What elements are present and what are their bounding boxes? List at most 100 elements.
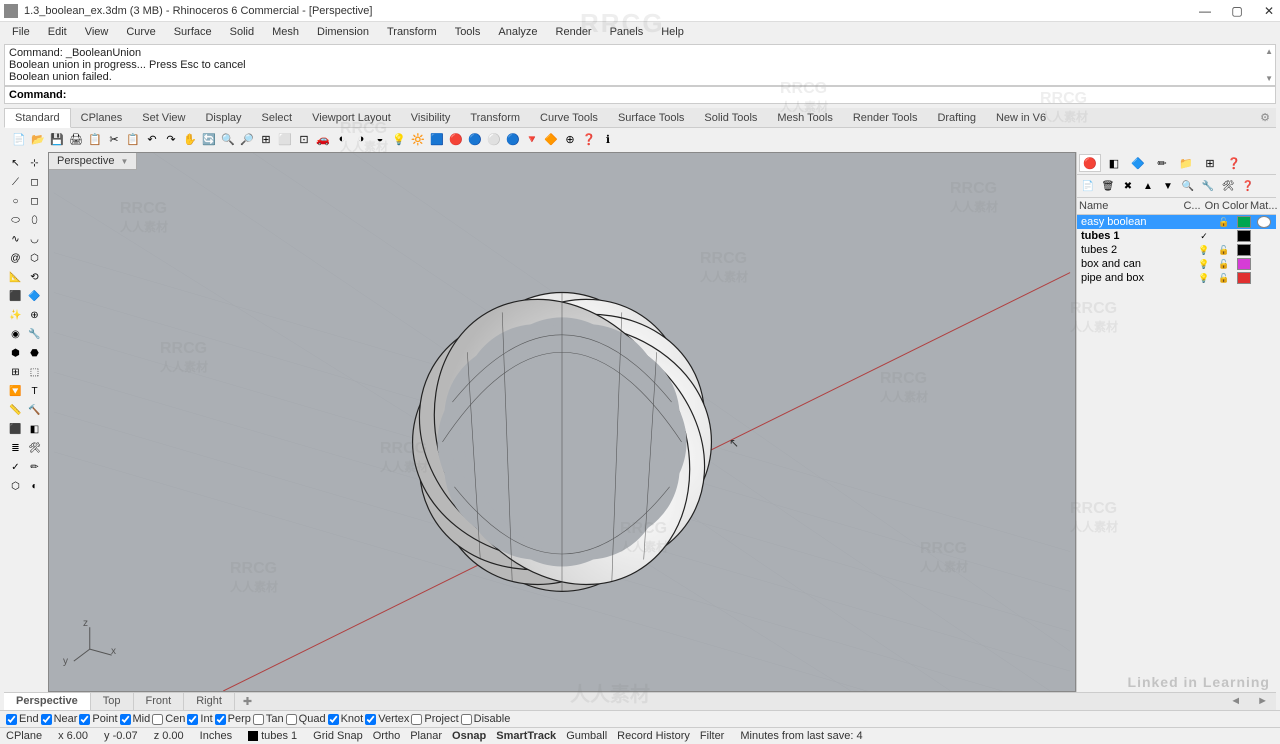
ribbon-tab-select[interactable]: Select — [252, 109, 303, 127]
left-tool-14[interactable]: ⬛ — [6, 287, 25, 306]
osnap-point[interactable]: Point — [79, 713, 117, 725]
osnap-vertex[interactable]: Vertex — [365, 713, 409, 725]
left-tool-28[interactable]: ⬛ — [6, 420, 25, 439]
layer-color-swatch[interactable] — [1237, 216, 1251, 228]
toolbar-icon-1[interactable]: 📂 — [29, 130, 47, 148]
menu-mesh[interactable]: Mesh — [264, 24, 307, 40]
panel-tab-2[interactable]: 🔷 — [1127, 154, 1149, 172]
layer-row[interactable]: box and can💡🔓 — [1077, 257, 1276, 271]
toolbar-icon-19[interactable]: ◒ — [371, 130, 389, 148]
toolbar-icon-20[interactable]: 💡 — [390, 130, 408, 148]
toolbar-icon-22[interactable]: 🟦 — [428, 130, 446, 148]
toolbar-icon-13[interactable]: ⊞ — [257, 130, 275, 148]
ribbon-gear-icon[interactable]: ⚙ — [1254, 108, 1276, 127]
ribbon-tab-standard[interactable]: Standard — [4, 108, 71, 128]
menu-curve[interactable]: Curve — [118, 24, 163, 40]
osnap-int[interactable]: Int — [187, 713, 212, 725]
left-tool-12[interactable]: 📐 — [6, 268, 25, 287]
toolbar-icon-15[interactable]: ⊡ — [295, 130, 313, 148]
toolbar-icon-8[interactable]: ↷ — [162, 130, 180, 148]
layer-current-icon[interactable]: 💡 — [1194, 273, 1214, 284]
layer-row[interactable]: tubes 2💡🔓 — [1077, 243, 1276, 257]
toolbar-icon-14[interactable]: ⬜ — [276, 130, 294, 148]
menu-help[interactable]: Help — [653, 24, 692, 40]
layer-current-icon[interactable]: 💡 — [1194, 245, 1214, 256]
toolbar-icon-21[interactable]: 🔆 — [409, 130, 427, 148]
left-tool-35[interactable]: ◐ — [25, 477, 44, 496]
status-mode-ortho[interactable]: Ortho — [373, 730, 401, 742]
toolbar-icon-28[interactable]: 🔶 — [542, 130, 560, 148]
layer-row[interactable]: easy boolean🔓 — [1077, 215, 1276, 229]
minimize-button[interactable]: — — [1198, 4, 1212, 18]
layer-lock-icon[interactable]: 🔓 — [1214, 273, 1234, 284]
osnap-project[interactable]: Project — [411, 713, 458, 725]
left-tool-31[interactable]: 🛠 — [25, 439, 44, 458]
layer-current-icon[interactable]: ✓ — [1194, 231, 1214, 242]
menu-panels[interactable]: Panels — [602, 24, 652, 40]
layer-tool-2[interactable]: ✖ — [1119, 177, 1137, 195]
toolbar-icon-3[interactable]: 🖨 — [67, 130, 85, 148]
toolbar-icon-23[interactable]: 🔴 — [447, 130, 465, 148]
toolbar-icon-24[interactable]: 🔵 — [466, 130, 484, 148]
panel-tab-0[interactable]: 🔴 — [1079, 154, 1101, 172]
ribbon-tab-solid-tools[interactable]: Solid Tools — [694, 109, 767, 127]
viewport-tab-perspective[interactable]: Perspective — [4, 693, 91, 710]
ribbon-tab-viewport-layout[interactable]: Viewport Layout — [302, 109, 401, 127]
ribbon-tab-curve-tools[interactable]: Curve Tools — [530, 109, 608, 127]
layer-tool-8[interactable]: ❓ — [1239, 177, 1257, 195]
left-tool-11[interactable]: ⬡ — [25, 249, 44, 268]
layer-color-swatch[interactable] — [1237, 244, 1251, 256]
layer-color-swatch[interactable] — [1237, 258, 1251, 270]
toolbar-icon-12[interactable]: 🔎 — [238, 130, 256, 148]
osnap-tan[interactable]: Tan — [253, 713, 284, 725]
viewport-tab-front[interactable]: Front — [134, 693, 185, 710]
left-tool-18[interactable]: ◉ — [6, 325, 25, 344]
status-mode-record-history[interactable]: Record History — [617, 730, 690, 742]
toolbar-icon-2[interactable]: 💾 — [48, 130, 66, 148]
layer-color-swatch[interactable] — [1237, 230, 1251, 242]
toolbar-icon-31[interactable]: ℹ — [599, 130, 617, 148]
left-tool-23[interactable]: ⬚ — [25, 363, 44, 382]
panel-tab-4[interactable]: 📁 — [1175, 154, 1197, 172]
ribbon-tab-cplanes[interactable]: CPlanes — [71, 109, 133, 127]
toolbar-icon-18[interactable]: ◑ — [352, 130, 370, 148]
viewport-canvas[interactable] — [49, 153, 1075, 691]
toolbar-icon-27[interactable]: 🔻 — [523, 130, 541, 148]
ribbon-tab-transform[interactable]: Transform — [460, 109, 530, 127]
ribbon-tab-render-tools[interactable]: Render Tools — [843, 109, 928, 127]
left-tool-7[interactable]: ⬯ — [25, 211, 44, 230]
left-tool-20[interactable]: ⬢ — [6, 344, 25, 363]
left-tool-17[interactable]: ⊕ — [25, 306, 44, 325]
layer-lock-icon[interactable]: 🔓 — [1214, 259, 1234, 270]
left-tool-6[interactable]: ⬭ — [6, 211, 25, 230]
status-mode-smarttrack[interactable]: SmartTrack — [496, 730, 556, 742]
menu-file[interactable]: File — [4, 24, 38, 40]
left-tool-25[interactable]: T — [25, 382, 44, 401]
status-layer[interactable]: tubes 1 — [248, 730, 297, 742]
layer-tool-5[interactable]: 🔍 — [1179, 177, 1197, 195]
left-tool-2[interactable]: ⟋ — [6, 173, 25, 192]
osnap-disable[interactable]: Disable — [461, 713, 511, 725]
toolbar-icon-16[interactable]: 🚗 — [314, 130, 332, 148]
toolbar-icon-29[interactable]: ⊕ — [561, 130, 579, 148]
left-tool-16[interactable]: ✨ — [6, 306, 25, 325]
status-mode-osnap[interactable]: Osnap — [452, 730, 486, 742]
panel-tab-6[interactable]: ❓ — [1223, 154, 1245, 172]
left-tool-33[interactable]: ✏ — [25, 458, 44, 477]
scroll-right-icon[interactable]: ► — [1249, 693, 1276, 710]
layer-tool-7[interactable]: 🛠 — [1219, 177, 1237, 195]
panel-tab-5[interactable]: ⊞ — [1199, 154, 1221, 172]
toolbar-icon-11[interactable]: 🔍 — [219, 130, 237, 148]
viewport-dropdown-icon[interactable]: ▼ — [120, 157, 128, 166]
left-tool-21[interactable]: ⬣ — [25, 344, 44, 363]
menu-render[interactable]: Render — [548, 24, 600, 40]
status-mode-filter[interactable]: Filter — [700, 730, 724, 742]
ribbon-tab-surface-tools[interactable]: Surface Tools — [608, 109, 694, 127]
layer-tool-3[interactable]: ▲ — [1139, 177, 1157, 195]
scroll-up-icon[interactable]: ▲ — [1265, 47, 1273, 56]
add-viewport-button[interactable]: ✚ — [235, 693, 260, 710]
layer-current-icon[interactable]: 💡 — [1194, 259, 1214, 270]
left-tool-0[interactable]: ↖ — [6, 154, 25, 173]
left-tool-8[interactable]: ∿ — [6, 230, 25, 249]
layer-lock-icon[interactable]: 🔓 — [1214, 217, 1234, 228]
